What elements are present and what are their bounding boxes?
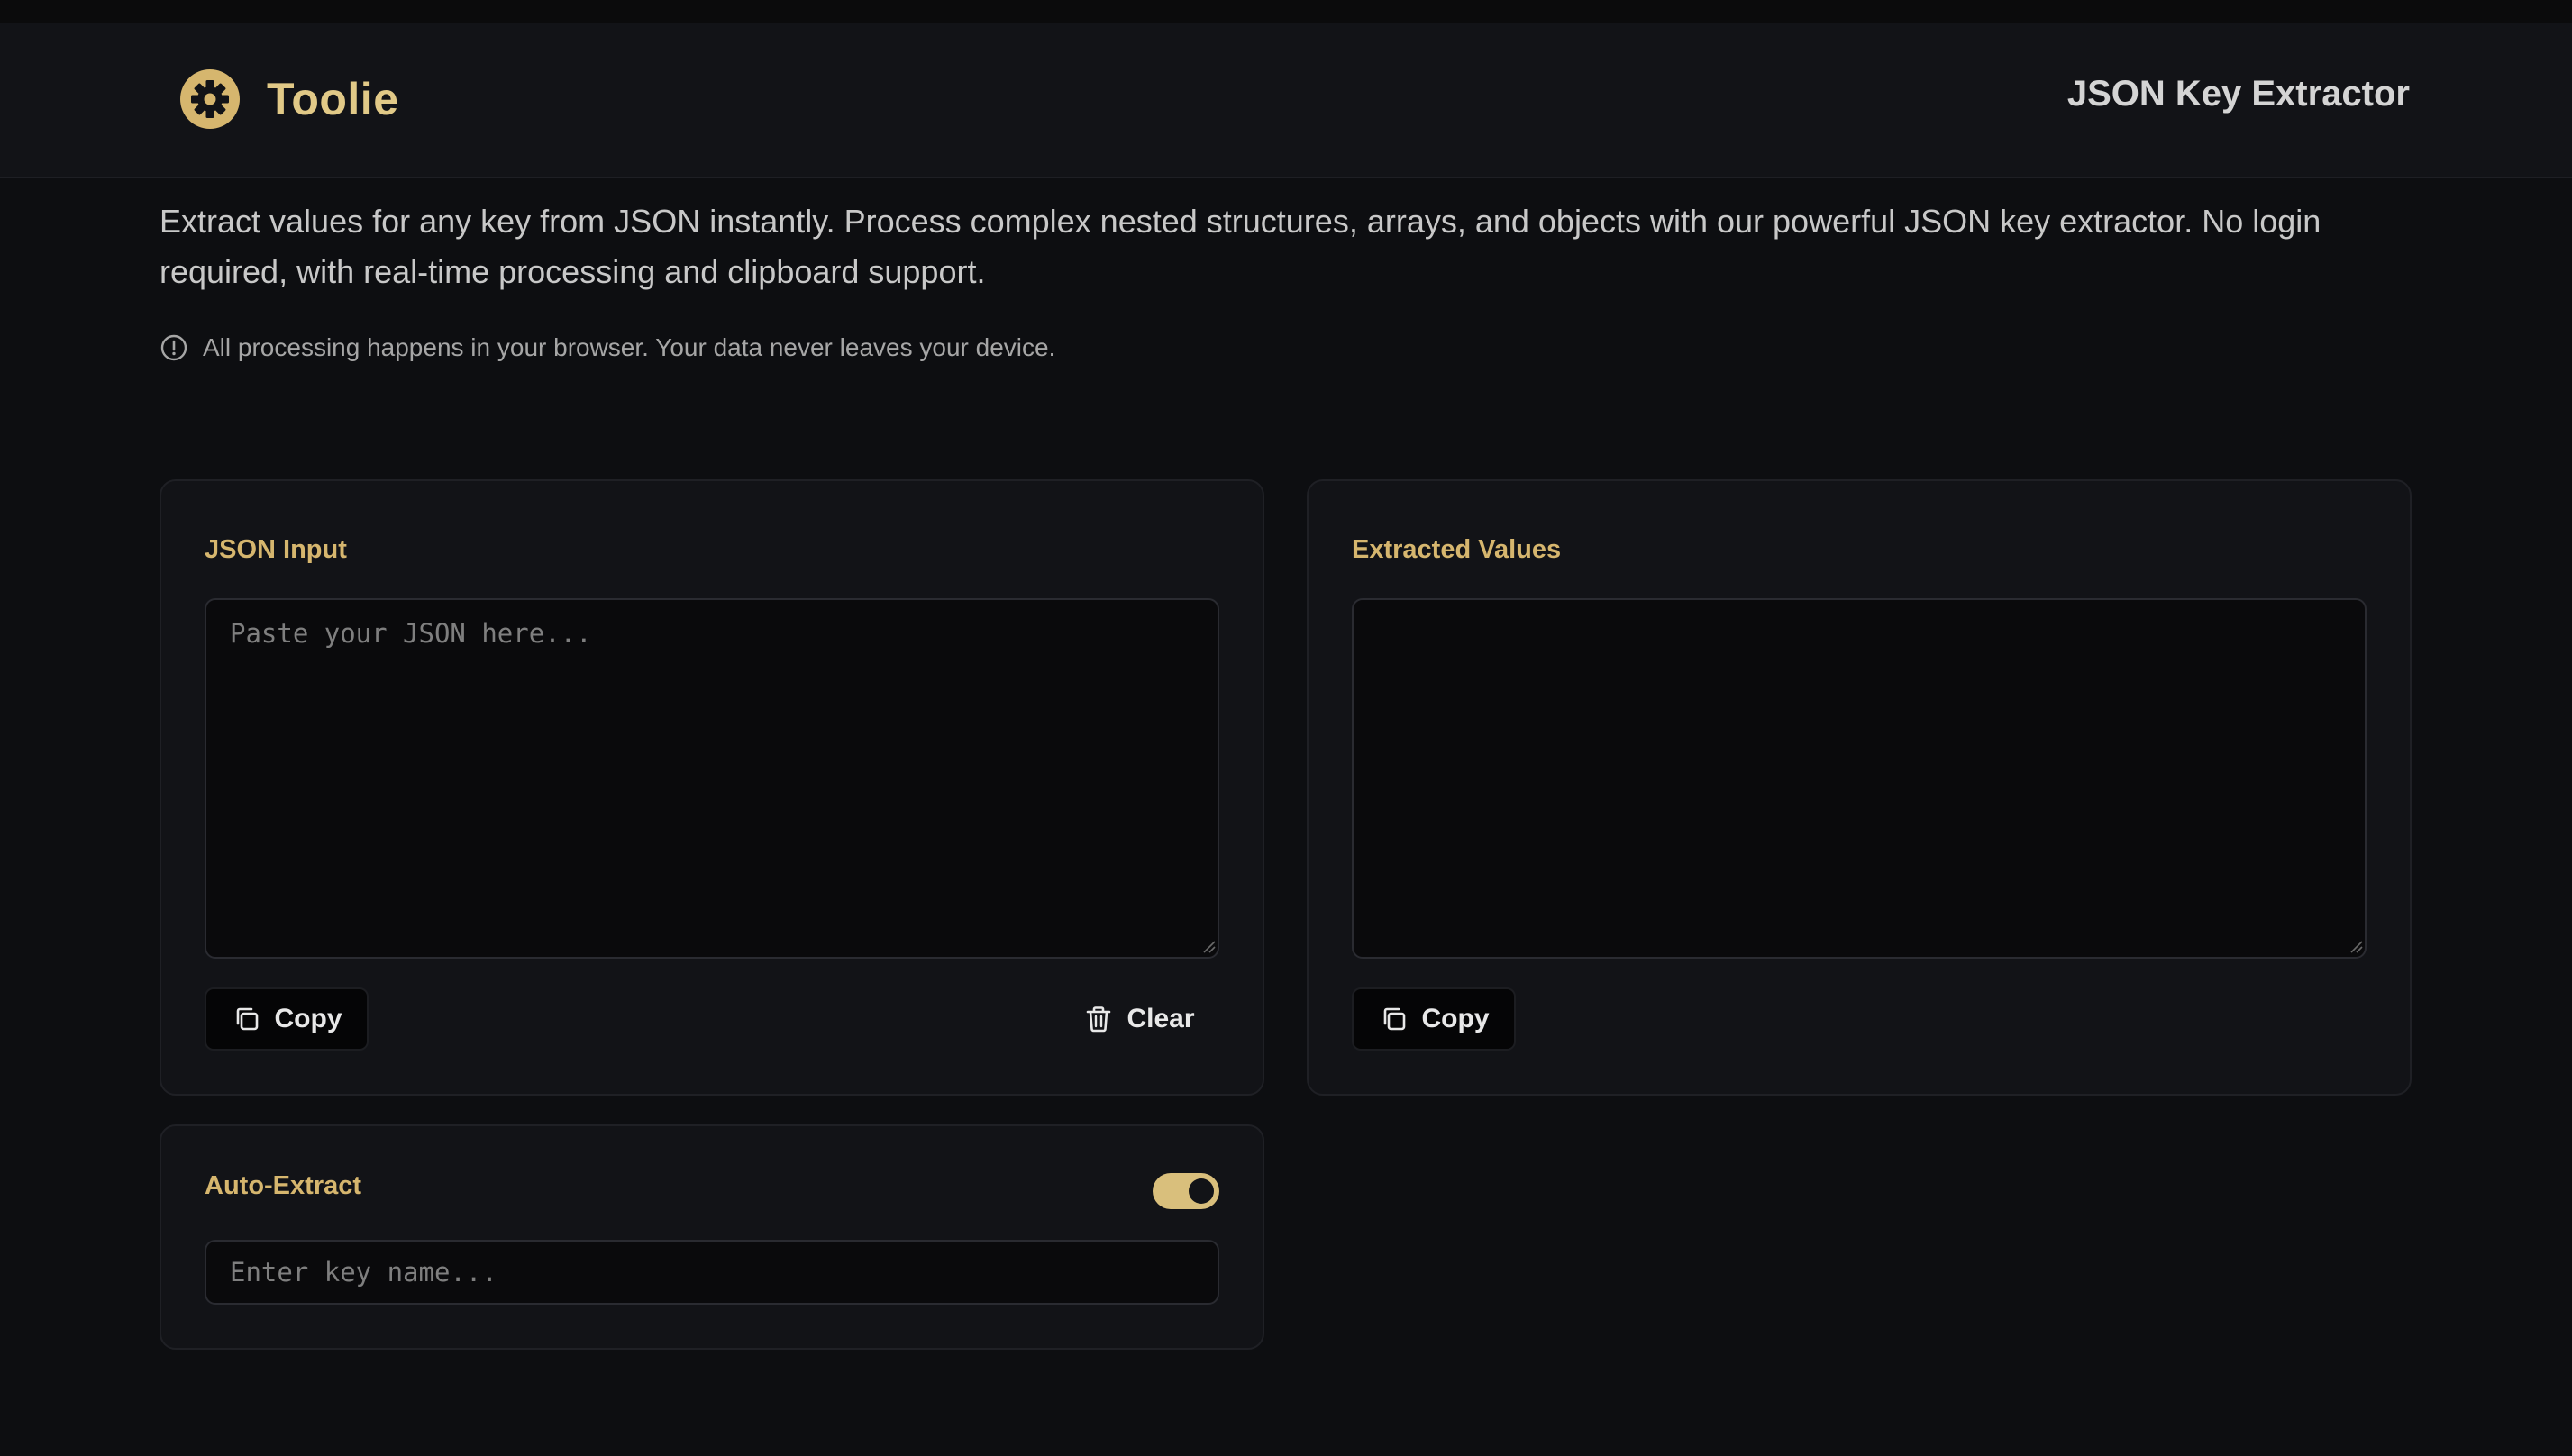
auto-extract-toggle[interactable] <box>1153 1173 1219 1209</box>
copy-input-label: Copy <box>274 1004 342 1033</box>
privacy-note: All processing happens in your browser. … <box>160 330 1055 366</box>
copy-output-button[interactable]: Copy <box>1352 987 1516 1051</box>
window-top-strip <box>0 0 2572 23</box>
brand-name: Toolie <box>267 74 399 124</box>
copy-input-button[interactable]: Copy <box>205 987 369 1051</box>
key-name-input[interactable] <box>205 1240 1219 1305</box>
auto-extract-panel: Auto-Extract <box>160 1124 1264 1350</box>
resize-handle-icon[interactable] <box>1201 939 1216 953</box>
clear-input-label: Clear <box>1126 1004 1195 1033</box>
resize-handle-icon[interactable] <box>2349 939 2363 953</box>
json-input-label: JSON Input <box>205 535 347 564</box>
copy-output-label: Copy <box>1421 1004 1490 1033</box>
copy-icon <box>1383 1007 1405 1031</box>
toggle-knob <box>1189 1178 1214 1204</box>
info-circle-icon <box>160 334 187 361</box>
brand[interactable]: Toolie <box>178 66 399 132</box>
clear-input-button[interactable]: Clear <box>1072 987 1207 1051</box>
trash-icon <box>1087 1006 1111 1033</box>
extracted-values-textarea[interactable] <box>1352 598 2367 959</box>
site-header: Toolie JSON Key Extractor <box>0 23 2572 178</box>
privacy-note-text: All processing happens in your browser. … <box>203 333 1056 361</box>
extracted-values-panel: Extracted Values Copy <box>1307 479 2412 1096</box>
json-input-panel: JSON Input Copy Clear <box>160 479 1264 1096</box>
extracted-values-label: Extracted Values <box>1352 535 1562 564</box>
tool-description: Extract values for any key from JSON ins… <box>160 203 2321 290</box>
json-input-textarea[interactable] <box>205 598 1219 959</box>
tool-title: JSON Key Extractor <box>2066 74 2410 114</box>
gear-icon <box>178 68 242 131</box>
copy-icon <box>236 1007 258 1031</box>
auto-extract-label: Auto-Extract <box>205 1171 362 1200</box>
